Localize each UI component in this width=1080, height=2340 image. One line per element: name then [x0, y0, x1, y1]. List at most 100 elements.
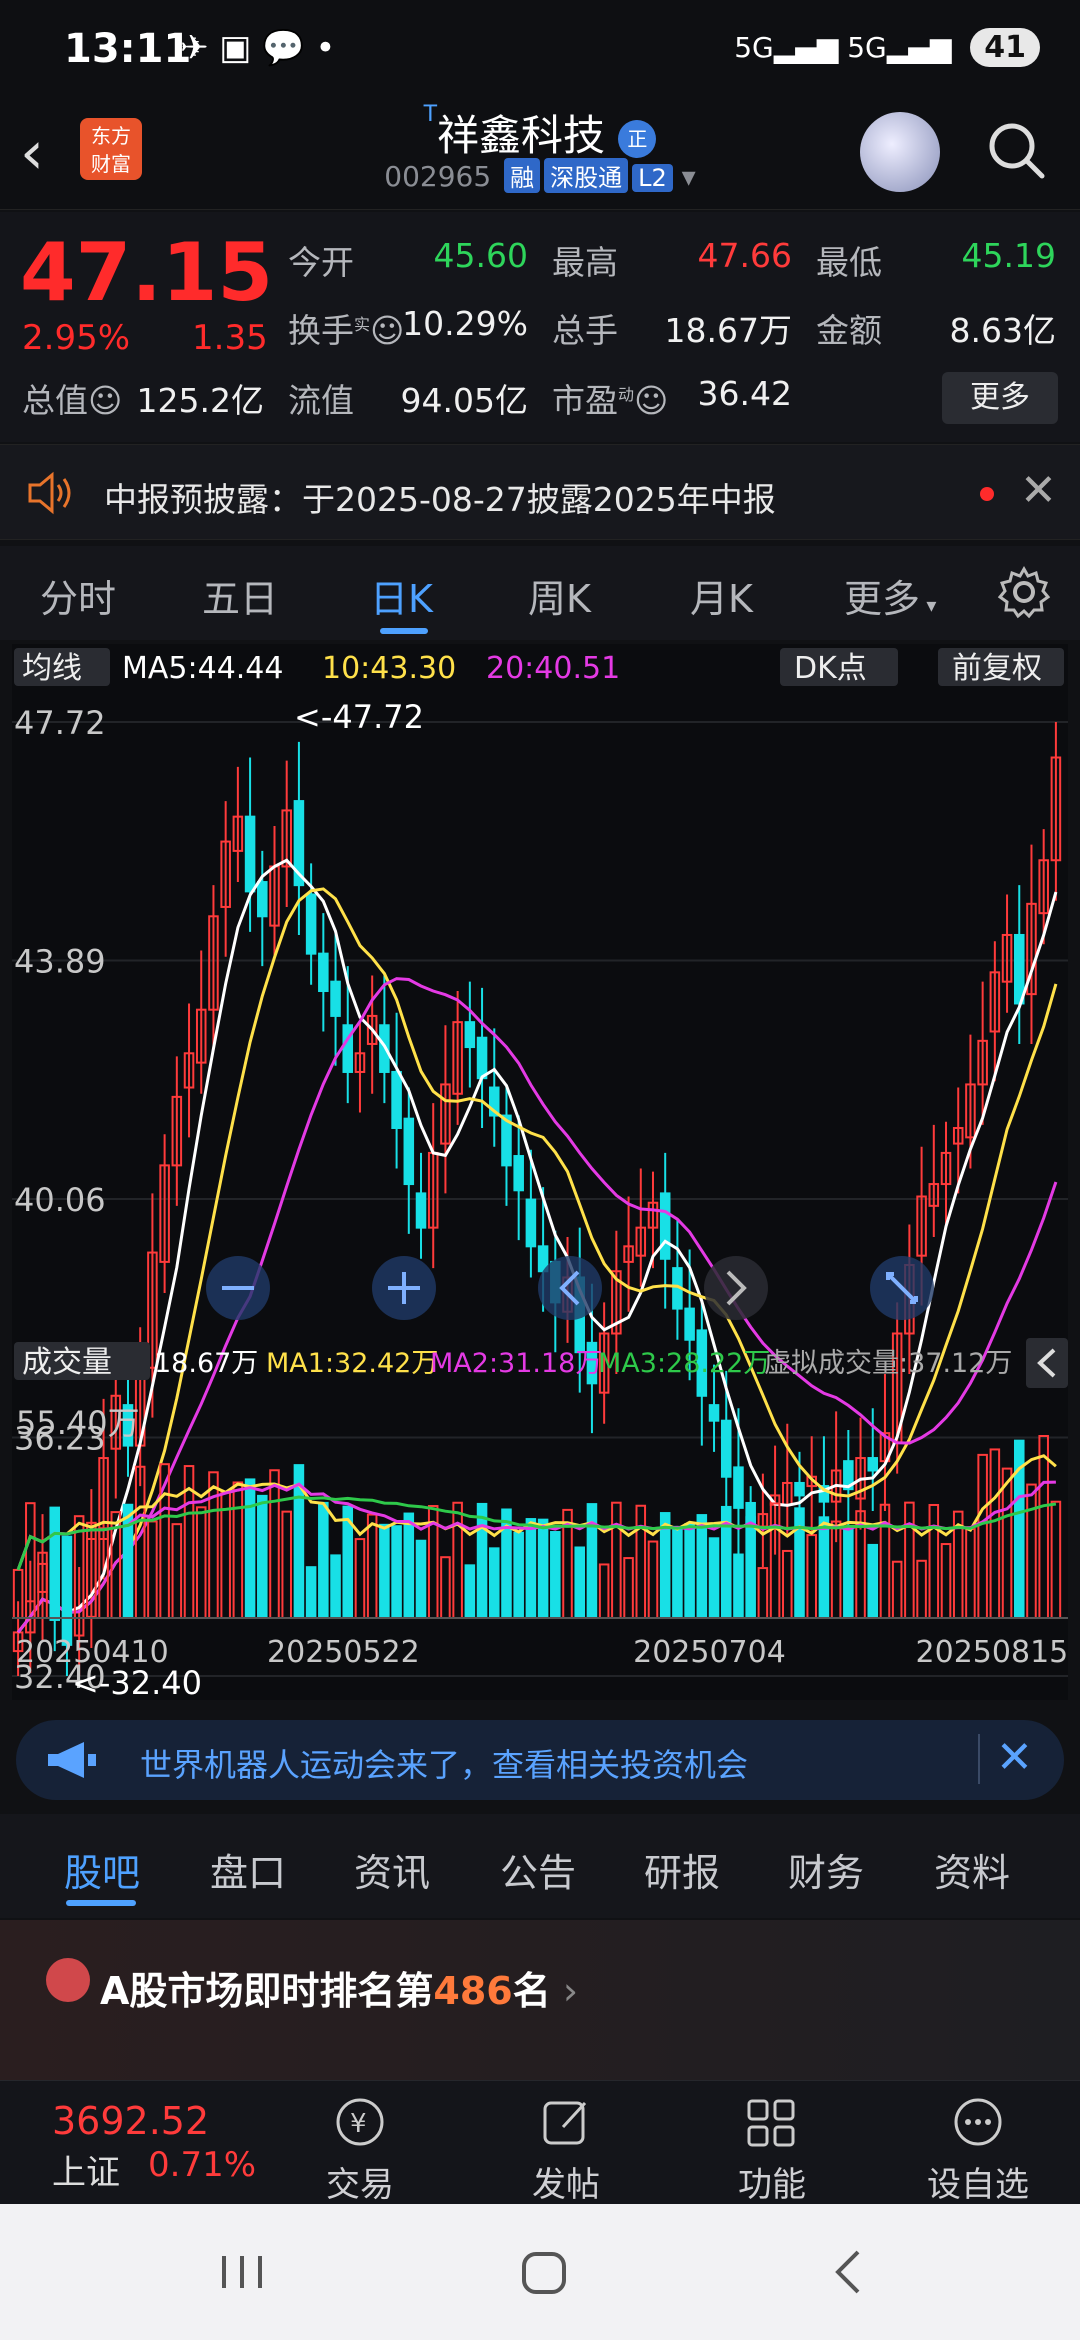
volume-bar: [86, 1521, 97, 1619]
tab-guba[interactable]: 股吧: [64, 1842, 140, 1897]
volume-bar: [769, 1502, 781, 1619]
zheng-badge: 正: [618, 119, 657, 158]
megaphone-icon: [48, 1742, 96, 1778]
signal-5g-label: 5G: [734, 31, 774, 64]
candle-body: [244, 815, 256, 893]
recent-apps-icon[interactable]: [222, 2256, 262, 2288]
volume-legend: 成交量 18.67万 MA1:32.42万 MA2:31.18万 MA3:28.…: [14, 1338, 1068, 1388]
volume-bar: [171, 1523, 183, 1620]
tab-research[interactable]: 研报: [644, 1842, 720, 1897]
price-tick-label: 47.72: [14, 704, 106, 742]
virtual-volume: 虚拟成交量:37.12万: [764, 1348, 1012, 1379]
nav-trade[interactable]: ¥ 交易: [290, 2093, 430, 2206]
tab-finance[interactable]: 财务: [788, 1842, 864, 1897]
tag-rong: 融: [504, 158, 541, 193]
fullscreen-button[interactable]: [870, 1256, 934, 1320]
volume-bar: [733, 1553, 744, 1620]
back-nav-icon[interactable]: [835, 2250, 860, 2294]
tab-more[interactable]: 更多 ▾: [844, 568, 936, 623]
volume-bar: [244, 1478, 256, 1619]
zoom-in-button[interactable]: [372, 1256, 436, 1320]
tab-announcements[interactable]: 公告: [500, 1842, 576, 1897]
tab-profile[interactable]: 资料: [934, 1842, 1010, 1897]
more-quote-button[interactable]: 更多: [942, 372, 1058, 424]
tag-sgt: 深股通: [544, 158, 629, 193]
date-axis: 20250410 20250522 20250704 20250815: [16, 1635, 1068, 1670]
volume-bar: [415, 1539, 427, 1619]
volume-bar: [147, 1520, 158, 1619]
pe-value: 36.42: [697, 374, 792, 413]
tab-monthly-k[interactable]: 月K: [690, 568, 753, 623]
nav-functions[interactable]: 功能: [702, 2093, 842, 2206]
period-tabs: 分时 五日 日K 周K 月K 更多 ▾: [0, 546, 1080, 640]
scroll-right-button[interactable]: [704, 1256, 768, 1320]
stock-name: 祥鑫科技: [437, 111, 606, 160]
volume-bar: [843, 1528, 854, 1619]
volume-bar: [318, 1501, 329, 1619]
rank-text: A股市场即时排名第486名 ›: [100, 1969, 579, 2013]
volume-bar: [525, 1518, 537, 1619]
volume-bar: [891, 1560, 903, 1619]
market-rank-card[interactable]: A股市场即时排名第486名 ›: [0, 1920, 1080, 2080]
nav-post-label: 发帖: [532, 2165, 600, 2205]
gear-icon[interactable]: [996, 564, 1052, 620]
amount-label: 金额: [816, 311, 882, 350]
signal-5g-label-2: 5G: [847, 31, 887, 64]
price-tick-label: 43.89: [14, 943, 106, 981]
change-amount: 1.35: [192, 318, 268, 358]
volume-bar: [537, 1518, 549, 1619]
candle-body: [1013, 933, 1025, 1005]
tab-pankou[interactable]: 盘口: [210, 1842, 286, 1897]
turnover-sup: 实: [354, 315, 371, 334]
date-tick-label: 20250704: [633, 1635, 786, 1670]
home-icon[interactable]: [522, 2252, 566, 2294]
volume-chart[interactable]: 55.40万 20250410 20250522 20250704 20250815: [12, 1396, 1068, 1696]
tab-news[interactable]: 资讯: [354, 1842, 430, 1897]
volume-bar: [1038, 1435, 1049, 1619]
robot-assistant-icon[interactable]: [860, 112, 940, 192]
ma20-legend: 20:40.51: [486, 651, 620, 686]
high-value: 47.66: [697, 236, 792, 275]
more-circle-icon: [954, 2098, 1002, 2146]
content-tabs: 股吧 盘口 资讯 公告 研报 财务 资料: [0, 1814, 1080, 1918]
volume-bar: [977, 1453, 988, 1620]
volume-bar: [757, 1567, 769, 1619]
zoom-out-button[interactable]: [206, 1256, 270, 1320]
caret-down-icon: ▾: [920, 593, 937, 617]
promo-banner[interactable]: 世界机器人运动会来了，查看相关投资机会 ✕: [16, 1720, 1064, 1800]
tab-daily-k[interactable]: 日K: [370, 568, 433, 623]
collapse-button[interactable]: [1026, 1338, 1068, 1388]
open-label: 今开: [288, 243, 354, 282]
index-name[interactable]: 上证: [52, 2145, 120, 2194]
volume-chip-label: 成交量: [22, 1345, 112, 1380]
date-tick-label: 20250410: [16, 1635, 169, 1670]
index-percent[interactable]: 0.71%: [148, 2145, 256, 2185]
tab-weekly-k[interactable]: 周K: [528, 568, 591, 623]
close-icon[interactable]: ✕: [1020, 465, 1057, 516]
nav-watchlist[interactable]: 设自选: [908, 2093, 1048, 2206]
scroll-left-button[interactable]: [538, 1256, 602, 1320]
status-time: 13:11: [64, 26, 192, 72]
tab-intraday[interactable]: 分时: [40, 568, 116, 623]
tag-l2: L2: [632, 164, 673, 192]
float-value: 94.05亿: [400, 381, 528, 420]
earnings-notice[interactable]: 中报预披露：于2025-08-27披露2025年中报 ✕: [0, 444, 1080, 540]
price-tick-label: 40.06: [14, 1181, 106, 1219]
volume-bar: [330, 1554, 341, 1619]
system-navigation-bar: [0, 2204, 1080, 2340]
ranking-icon: [46, 1958, 90, 2002]
volume-bar: [782, 1549, 793, 1619]
volume-bar: [916, 1559, 927, 1619]
volume-bar: [195, 1506, 207, 1619]
volume-label: 总手: [552, 311, 618, 350]
volume-bar: [1001, 1467, 1013, 1619]
chevron-down-icon[interactable]: ▾: [682, 160, 696, 193]
info-icon-2[interactable]: ☺: [88, 381, 122, 420]
volume-bar: [488, 1547, 500, 1619]
tab-5day[interactable]: 五日: [202, 568, 278, 623]
search-icon[interactable]: [984, 118, 1048, 182]
nav-post[interactable]: 发帖: [496, 2093, 636, 2206]
index-value[interactable]: 3692.52: [52, 2099, 209, 2143]
open-value: 45.60: [433, 236, 528, 275]
close-promo-icon[interactable]: ✕: [996, 1732, 1033, 1783]
